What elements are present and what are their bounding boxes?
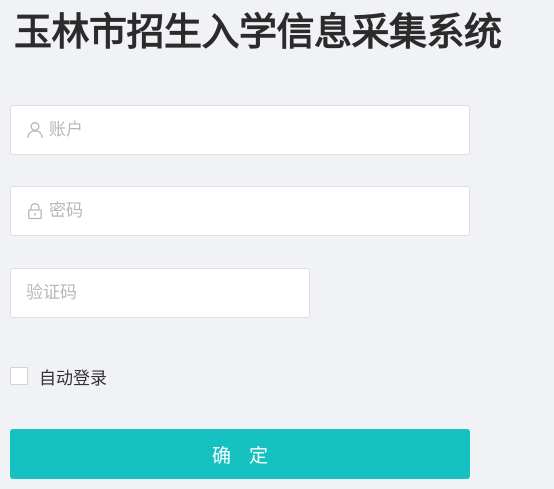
confirm-button[interactable]: 确 定 bbox=[10, 429, 470, 479]
user-icon bbox=[27, 122, 43, 139]
captcha-field[interactable] bbox=[10, 268, 310, 318]
auto-login-checkbox[interactable] bbox=[10, 367, 28, 385]
auto-login-label: 自动登录 bbox=[39, 368, 107, 389]
password-input[interactable] bbox=[49, 187, 459, 235]
account-input[interactable] bbox=[49, 106, 459, 154]
page-title: 玉林市招生入学信息采集系统 bbox=[14, 10, 502, 54]
auto-login-option[interactable]: 自动登录 bbox=[10, 365, 107, 389]
password-field[interactable] bbox=[10, 186, 470, 236]
lock-icon bbox=[28, 203, 42, 220]
account-field[interactable] bbox=[10, 105, 470, 155]
captcha-input[interactable] bbox=[26, 269, 301, 317]
